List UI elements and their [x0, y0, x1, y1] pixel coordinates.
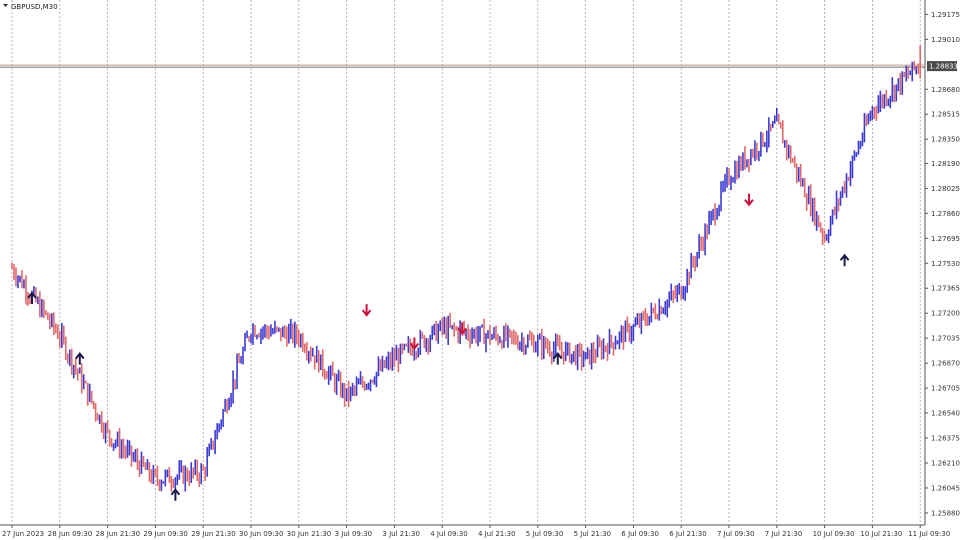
x-tick-label: 5 Jul 09:30 [526, 530, 564, 538]
y-tick-label: 1.28515 [931, 111, 960, 119]
y-tick-label: 1.27365 [931, 285, 960, 293]
y-tick-label: 1.26375 [931, 435, 960, 443]
y-tick-label: 1.25880 [931, 509, 960, 517]
x-tick-label: 3 Jul 09:30 [335, 530, 373, 538]
x-tick-label: 10 Jul 21:30 [860, 530, 902, 538]
buy-arrow-icon [170, 488, 181, 501]
x-tick-label: 10 Jul 09:30 [813, 530, 855, 538]
grid-layer [11, 0, 921, 525]
y-tick-label: 1.28350 [931, 136, 960, 144]
x-tick-label: 29 Jun 21:30 [191, 530, 235, 538]
y-tick-label: 1.26045 [931, 484, 960, 492]
buy-arrow-icon [839, 253, 850, 267]
x-axis: 27 Jun 2023 28 Jun 09:30 28 Jun 21:30 29 Ju… [2, 525, 950, 538]
x-tick-label: 29 Jun 09:30 [143, 530, 187, 538]
symbol-label: GBPUSD,M30 [11, 3, 58, 11]
y-tick-label: 1.28680 [931, 86, 960, 94]
x-tick-label: 7 Jul 09:30 [717, 530, 755, 538]
x-tick-label: 30 Jun 09:30 [239, 530, 283, 538]
x-tick-label: 6 Jul 09:30 [621, 530, 659, 538]
y-tick-label: 1.27695 [931, 235, 960, 243]
x-tick-label: 6 Jul 21:30 [669, 530, 707, 538]
price-chart: 1.29175 1.29010 1.28680 1.28515 1.28350 1.281… [0, 0, 960, 538]
dropdown-triangle-icon [3, 4, 8, 7]
buy-arrow-icon [75, 351, 85, 365]
signal-arrows [27, 193, 850, 501]
y-tick-label: 1.27200 [931, 310, 960, 318]
y-tick-label: 1.26210 [931, 459, 960, 467]
x-tick-label: 5 Jul 21:30 [574, 530, 612, 538]
x-tick-label: 28 Jun 09:30 [48, 530, 92, 538]
y-tick-label: 1.27860 [931, 210, 960, 218]
symbol-dropdown[interactable]: GBPUSD,M30 [3, 3, 58, 11]
y-tick-label: 1.28190 [931, 160, 960, 168]
y-tick-label: 1.27035 [931, 335, 960, 343]
y-axis: 1.29175 1.29010 1.28680 1.28515 1.28350 1.281… [925, 11, 960, 517]
x-tick-label: 11 Jul 09:30 [908, 530, 950, 538]
x-tick-label: 28 Jun 21:30 [96, 530, 140, 538]
y-tick-label: 1.26540 [931, 410, 960, 418]
current-price-label: 1.28833 [929, 63, 958, 71]
sell-arrow-icon [744, 193, 754, 207]
x-tick-label: 3 Jul 21:30 [382, 530, 420, 538]
y-tick-label: 1.28025 [931, 185, 960, 193]
x-tick-label: 4 Jul 21:30 [478, 530, 516, 538]
sell-arrow-icon [361, 304, 372, 317]
chart-window: 1.29175 1.29010 1.28680 1.28515 1.28350 1.281… [0, 0, 960, 540]
price-line-layer [0, 64, 925, 68]
current-price-marker: 1.28833 [927, 61, 958, 72]
x-tick-label: 4 Jul 09:30 [430, 530, 468, 538]
candle-layer [11, 45, 922, 492]
y-tick-label: 1.27530 [931, 260, 960, 268]
y-tick-label: 1.26870 [931, 360, 960, 368]
x-tick-label: 7 Jul 21:30 [765, 530, 803, 538]
x-tick-label: 30 Jun 21:30 [287, 530, 331, 538]
x-tick-label: 27 Jun 2023 [2, 530, 44, 538]
y-tick-label: 1.26705 [931, 385, 960, 393]
y-tick-label: 1.29175 [931, 11, 960, 19]
y-tick-label: 1.29010 [931, 36, 960, 44]
